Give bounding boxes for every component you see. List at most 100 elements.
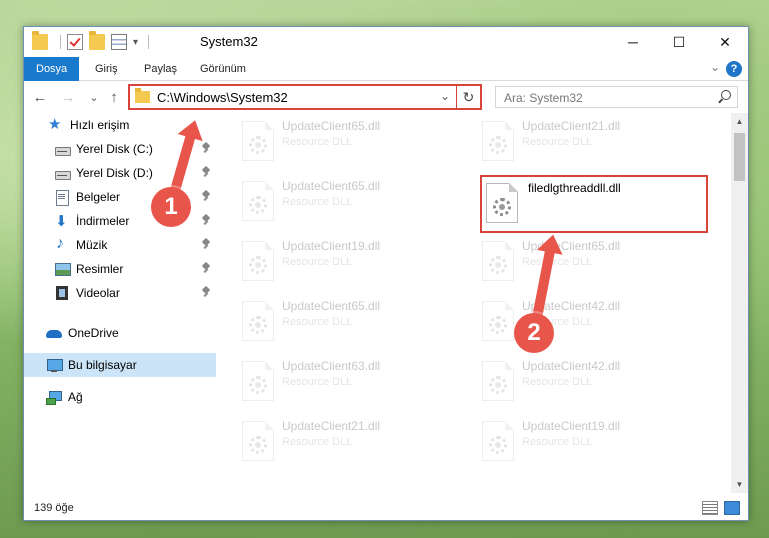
- file-type: Resource DLL: [282, 196, 353, 208]
- file-item-highlighted[interactable]: filedlgthreaddll.dll: [480, 175, 708, 233]
- file-item[interactable]: UpdateClient42.dll Resource DLL: [470, 353, 700, 409]
- large-icons-view-icon[interactable]: [724, 501, 740, 515]
- sidebar-item-label: Ağ: [68, 390, 83, 404]
- search-icon[interactable]: [721, 90, 731, 100]
- pin-icon[interactable]: [202, 191, 210, 201]
- file-item[interactable]: UpdateClient19.dll Resource DLL: [470, 413, 700, 469]
- dll-file-icon: [242, 361, 274, 401]
- videos-icon: [54, 285, 70, 301]
- dll-file-icon: [242, 421, 274, 461]
- file-name: UpdateClient19.dll: [282, 239, 381, 253]
- sidebar-item-videos[interactable]: Videolar: [24, 281, 216, 305]
- dll-file-icon: [482, 121, 514, 161]
- file-item[interactable]: UpdateClient63.dll Resource DLL: [230, 353, 460, 409]
- refresh-button[interactable]: ↻: [456, 86, 480, 108]
- close-button[interactable]: ✕: [702, 27, 748, 57]
- file-name: UpdateClient21.dll: [522, 119, 621, 133]
- vertical-scrollbar[interactable]: ▲ ▼: [731, 113, 748, 493]
- gear-icon: [489, 136, 507, 154]
- file-item[interactable]: UpdateClient65.dll Resource DLL: [470, 233, 700, 289]
- sidebar-item-label: İndirmeler: [76, 214, 130, 228]
- file-item[interactable]: UpdateClient19.dll Resource DLL: [230, 233, 460, 289]
- pin-icon[interactable]: [202, 167, 210, 177]
- window-title: System32: [200, 34, 258, 49]
- pin-icon[interactable]: [202, 215, 210, 225]
- search-input[interactable]: Ara: System32: [495, 86, 738, 108]
- sidebar-item-pictures[interactable]: Resimler: [24, 257, 216, 281]
- forward-button[interactable]: →: [58, 86, 78, 108]
- back-button[interactable]: ←: [30, 86, 50, 108]
- up-button[interactable]: ↑: [104, 86, 124, 108]
- details-view-icon[interactable]: [702, 501, 718, 515]
- pictures-icon: [54, 261, 71, 277]
- file-item[interactable]: UpdateClient65.dll Resource DLL: [230, 113, 460, 169]
- maximize-button[interactable]: ☐: [656, 27, 702, 57]
- sidebar-item-label: Videolar: [76, 286, 120, 300]
- pin-icon[interactable]: [202, 143, 210, 153]
- tab-paylas[interactable]: Paylaş: [132, 57, 189, 81]
- dll-file-icon: [242, 241, 274, 281]
- scroll-up-icon[interactable]: ▲: [731, 113, 748, 130]
- navigation-bar: ← → ⌄ ↑ C:\Windows\System32 ⌄ ↻ Ara: Sys…: [24, 82, 748, 112]
- gear-icon: [249, 256, 267, 274]
- file-name: UpdateClient65.dll: [282, 119, 381, 133]
- scrollbar-thumb[interactable]: [734, 133, 745, 181]
- dll-file-icon: [486, 183, 518, 223]
- sidebar-item-music[interactable]: Müzik: [24, 233, 216, 257]
- toolbar-divider: [60, 35, 61, 49]
- onedrive-icon: [46, 325, 62, 341]
- gear-icon: [493, 198, 511, 216]
- sidebar-item-label: Bu bilgisayar: [68, 358, 137, 372]
- dll-file-icon: [242, 301, 274, 341]
- pin-icon[interactable]: [202, 287, 210, 297]
- tab-dosya[interactable]: Dosya: [24, 57, 80, 81]
- file-name: UpdateClient42.dll: [522, 359, 621, 373]
- file-item[interactable]: UpdateClient42.dll Resource DLL: [470, 293, 700, 349]
- file-item[interactable]: UpdateClient65.dll Resource DLL: [230, 293, 460, 349]
- ribbon-expand-icon[interactable]: ⌄: [710, 60, 720, 74]
- sidebar-item-onedrive[interactable]: OneDrive: [24, 321, 216, 345]
- address-bar[interactable]: C:\Windows\System32 ⌄ ↻: [128, 84, 482, 110]
- folder-icon: [32, 31, 48, 50]
- item-count: 139 öğe: [34, 502, 74, 514]
- address-dropdown-icon[interactable]: ⌄: [440, 89, 450, 103]
- recent-locations-button[interactable]: ⌄: [84, 86, 104, 108]
- help-button[interactable]: ?: [726, 61, 742, 77]
- sidebar-item-label: Yerel Disk (C:): [76, 142, 153, 156]
- gear-icon: [489, 376, 507, 394]
- dll-file-icon: [482, 421, 514, 461]
- sidebar-item-network[interactable]: Ağ: [24, 385, 216, 409]
- file-name: UpdateClient21.dll: [282, 419, 381, 433]
- sidebar-item-label: Resimler: [76, 262, 124, 276]
- this-pc-icon: [46, 357, 63, 373]
- explorer-window: ▾ System32 ─ ☐ ✕ Dosya Giriş Paylaş Görü…: [23, 26, 749, 521]
- file-name: UpdateClient65.dll: [282, 179, 381, 193]
- file-item[interactable]: UpdateClient21.dll Resource DLL: [470, 113, 700, 169]
- file-list: UpdateClient65.dll Resource DLL UpdateCl…: [230, 113, 733, 493]
- minimize-button[interactable]: ─: [610, 27, 656, 57]
- file-item[interactable]: UpdateClient21.dll Resource DLL: [230, 413, 460, 469]
- properties-check-icon[interactable]: [67, 34, 83, 50]
- tab-gorunum[interactable]: Görünüm: [188, 57, 258, 81]
- scroll-down-icon[interactable]: ▼: [731, 476, 748, 493]
- dll-file-icon: [482, 361, 514, 401]
- file-type: Resource DLL: [282, 136, 353, 148]
- dll-file-icon: [242, 181, 274, 221]
- file-type: Resource DLL: [522, 136, 593, 148]
- gear-icon: [489, 436, 507, 454]
- file-name: filedlgthreaddll.dll: [528, 181, 621, 195]
- new-folder-icon[interactable]: [89, 31, 105, 50]
- address-path[interactable]: C:\Windows\System32: [157, 90, 288, 105]
- file-item[interactable]: UpdateClient65.dll Resource DLL: [230, 173, 460, 229]
- star-icon: [48, 115, 64, 133]
- chevron-down-icon[interactable]: ▾: [133, 37, 138, 48]
- pin-icon[interactable]: [202, 263, 210, 273]
- customize-toolbar-icon[interactable]: [111, 34, 127, 50]
- search-placeholder: Ara: System32: [504, 91, 583, 105]
- pin-icon[interactable]: [202, 239, 210, 249]
- file-name: UpdateClient19.dll: [522, 419, 621, 433]
- file-name: UpdateClient63.dll: [282, 359, 381, 373]
- download-icon: [54, 212, 70, 230]
- tab-giris[interactable]: Giriş: [83, 57, 130, 81]
- sidebar-item-this-pc[interactable]: Bu bilgisayar: [24, 353, 216, 377]
